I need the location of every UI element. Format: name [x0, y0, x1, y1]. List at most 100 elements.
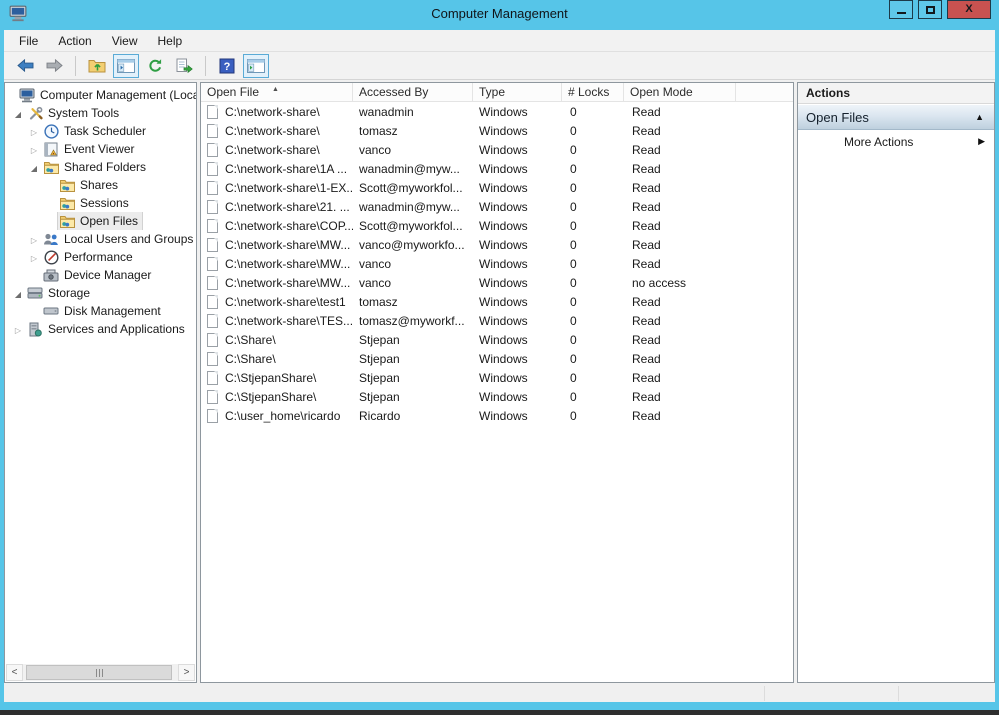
expander-expanded-icon[interactable] — [11, 105, 25, 121]
maximize-icon — [926, 6, 935, 14]
scrollbar-track[interactable] — [23, 664, 178, 681]
table-row[interactable]: C:\Share\StjepanWindows0Read — [201, 330, 793, 349]
table-row[interactable]: C:\network-share\1A ...wanadmin@myw...Wi… — [201, 159, 793, 178]
export-list-icon — [176, 58, 193, 74]
tree-item-label: Computer Management (Local — [40, 88, 196, 102]
status-divider — [898, 686, 899, 701]
column-header-open-mode[interactable]: Open Mode — [624, 83, 736, 101]
expander-collapsed-icon[interactable] — [27, 141, 41, 157]
column-header-locks[interactable]: # Locks — [562, 83, 624, 101]
disk-management-icon — [43, 303, 59, 319]
export-list-button[interactable] — [171, 54, 197, 78]
actions-section-label: Open Files — [806, 110, 869, 125]
column-header-open-file[interactable]: Open File▲ — [201, 83, 353, 101]
tree-item-local-users-and-groups[interactable]: Local Users and Groups — [5, 230, 196, 248]
table-row[interactable]: C:\network-share\vancoWindows0Read — [201, 140, 793, 159]
tree-item-label: Performance — [64, 250, 133, 264]
computer-icon — [19, 87, 35, 103]
table-row[interactable]: C:\network-share\MW...vanco@myworkfo...W… — [201, 235, 793, 254]
table-row[interactable]: C:\StjepanShare\StjepanWindows0Read — [201, 387, 793, 406]
table-row[interactable]: C:\network-share\TES...tomasz@myworkf...… — [201, 311, 793, 330]
column-header-type[interactable]: Type — [473, 83, 562, 101]
table-row[interactable]: C:\network-share\wanadminWindows0Read — [201, 102, 793, 121]
titlebar: Computer Management X — [0, 0, 999, 30]
table-row[interactable]: C:\network-share\tomaszWindows0Read — [201, 121, 793, 140]
help-button[interactable]: ? — [214, 54, 240, 78]
tree-item-system-tools[interactable]: System Tools — [5, 104, 196, 122]
tree-item-computer-management[interactable]: Computer Management (Local — [5, 86, 196, 104]
forward-button[interactable] — [41, 54, 67, 78]
tree-item-services-and-applications[interactable]: Services and Applications — [5, 320, 196, 338]
back-button[interactable] — [12, 54, 38, 78]
screen-edge — [0, 710, 999, 715]
expander-expanded-icon[interactable] — [27, 159, 41, 175]
svg-text:?: ? — [224, 61, 231, 73]
list-header: Open File▲ Accessed By Type # Locks Open… — [201, 83, 793, 102]
table-row[interactable]: C:\network-share\MW...vancoWindows0no ac… — [201, 273, 793, 292]
refresh-button[interactable] — [142, 54, 168, 78]
actions-section-open-files[interactable]: Open Files ▲ — [798, 105, 994, 130]
maximize-button[interactable] — [918, 0, 942, 19]
expander-expanded-icon[interactable] — [11, 285, 25, 301]
task-scheduler-icon — [43, 123, 59, 139]
table-row[interactable]: C:\user_home\ricardoRicardoWindows0Read — [201, 406, 793, 425]
toolbar: ? — [4, 52, 995, 80]
scroll-right-button[interactable]: > — [178, 664, 195, 681]
tree-item-label: Event Viewer — [64, 142, 134, 156]
open-files-list-pane: Open File▲ Accessed By Type # Locks Open… — [200, 82, 794, 683]
show-hide-console-tree-button[interactable] — [113, 54, 139, 78]
menu-action[interactable]: Action — [48, 31, 101, 51]
file-icon — [207, 200, 218, 214]
table-row[interactable]: C:\Share\StjepanWindows0Read — [201, 349, 793, 368]
expander-collapsed-icon[interactable] — [11, 321, 25, 337]
show-hide-action-pane-button[interactable] — [243, 54, 269, 78]
close-button[interactable]: X — [947, 0, 991, 19]
console-tree-pane: Computer Management (Local System Tools … — [4, 82, 197, 683]
scrollbar-thumb[interactable] — [26, 665, 172, 680]
actions-pane-title: Actions — [798, 83, 994, 104]
column-header-accessed-by[interactable]: Accessed By — [353, 83, 473, 101]
expander-collapsed-icon[interactable] — [27, 249, 41, 265]
tree-item-shares[interactable]: Shares — [5, 176, 196, 194]
table-row[interactable]: C:\network-share\MW...vancoWindows0Read — [201, 254, 793, 273]
tree-item-label: Shares — [80, 178, 118, 192]
more-actions-item[interactable]: More Actions ▶ — [798, 130, 994, 153]
refresh-icon — [147, 58, 164, 74]
minimize-button[interactable] — [889, 0, 913, 19]
expander-collapsed-icon[interactable] — [27, 123, 41, 139]
tree-item-shared-folders[interactable]: Shared Folders — [5, 158, 196, 176]
computer-management-window: Computer Management X File Action View H… — [0, 0, 999, 715]
menu-file[interactable]: File — [9, 31, 48, 51]
menu-help[interactable]: Help — [148, 31, 193, 51]
tree-item-sessions[interactable]: Sessions — [5, 194, 196, 212]
tree-item-task-scheduler[interactable]: Task Scheduler — [5, 122, 196, 140]
file-icon — [207, 409, 218, 423]
chevron-right-icon: > — [184, 667, 190, 678]
file-icon — [207, 371, 218, 385]
file-icon — [207, 181, 218, 195]
table-row[interactable]: C:\network-share\COP...Scott@myworkfol..… — [201, 216, 793, 235]
menu-view[interactable]: View — [102, 31, 148, 51]
table-row[interactable]: C:\network-share\1-EX...Scott@myworkfol.… — [201, 178, 793, 197]
tree-item-performance[interactable]: Performance — [5, 248, 196, 266]
tree-item-device-manager[interactable]: Device Manager — [5, 266, 196, 284]
file-icon — [207, 124, 218, 138]
device-manager-icon — [43, 267, 59, 283]
tree-horizontal-scrollbar[interactable]: < > — [6, 664, 195, 681]
table-row[interactable]: C:\network-share\test1tomaszWindows0Read — [201, 292, 793, 311]
action-pane-icon — [247, 59, 265, 73]
table-row[interactable]: C:\network-share\21. ...wanadmin@myw...W… — [201, 197, 793, 216]
tree-item-storage[interactable]: Storage — [5, 284, 196, 302]
forward-icon — [45, 58, 64, 73]
tree-item-open-files[interactable]: Open Files — [5, 212, 196, 230]
tree-item-event-viewer[interactable]: Event Viewer — [5, 140, 196, 158]
table-row[interactable]: C:\StjepanShare\StjepanWindows0Read — [201, 368, 793, 387]
users-icon — [43, 231, 59, 247]
expander-collapsed-icon[interactable] — [27, 231, 41, 247]
toolbar-separator — [205, 56, 206, 76]
collapse-section-icon[interactable]: ▲ — [975, 112, 984, 122]
tree-item-disk-management[interactable]: Disk Management — [5, 302, 196, 320]
scroll-left-button[interactable]: < — [6, 664, 23, 681]
file-icon — [207, 143, 218, 157]
up-one-level-button[interactable] — [84, 54, 110, 78]
